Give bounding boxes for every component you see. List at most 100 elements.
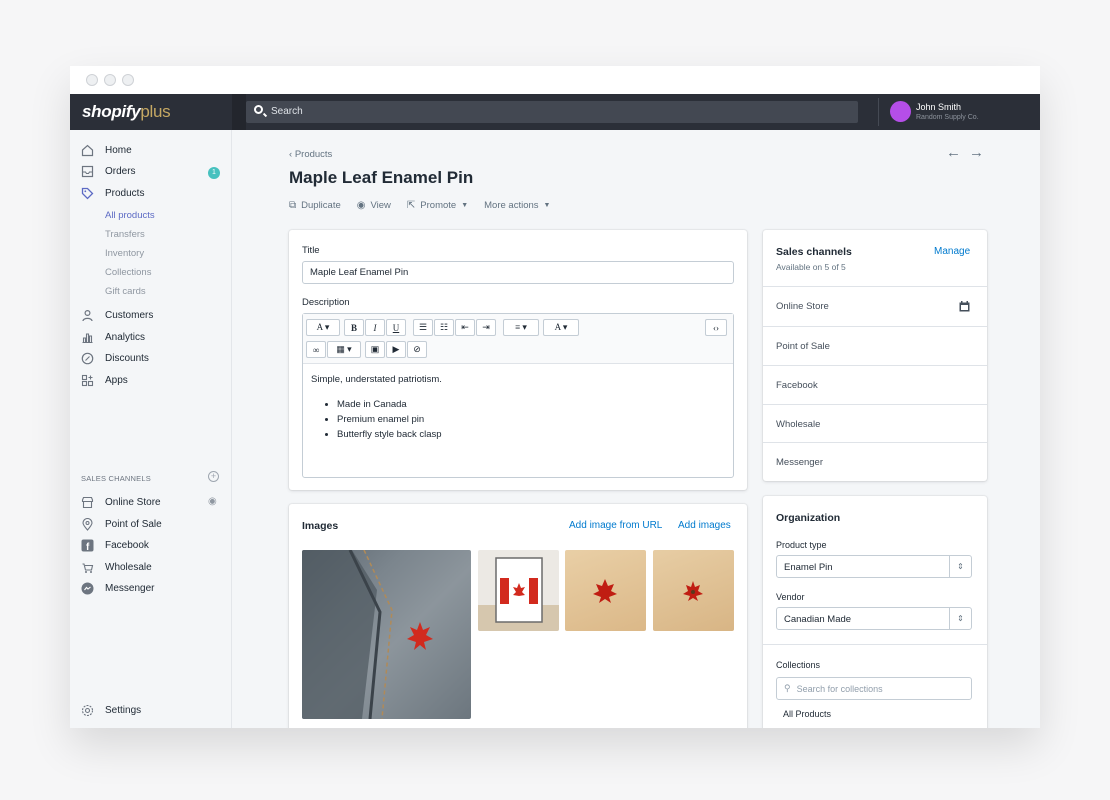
divider — [763, 644, 987, 645]
prev-next-arrows: ←→ — [946, 144, 992, 161]
sidebar-item-apps[interactable]: Apps — [80, 371, 128, 389]
user-divider — [878, 98, 879, 126]
eye-icon[interactable]: ◉ — [208, 496, 217, 507]
arrow-left-icon[interactable]: ← — [946, 144, 969, 161]
sales-channels-heading: Sales channels — [776, 246, 852, 258]
main-content: ‹ Products ←→ Maple Leaf Enamel Pin ⧉ Dup… — [232, 130, 1040, 728]
user-name: John Smith — [916, 102, 962, 112]
channel-row[interactable]: Messenger — [763, 442, 987, 480]
sidebar-channel-online-store[interactable]: Online Store — [80, 493, 161, 511]
more-actions-button[interactable]: More actions ▼ — [484, 200, 550, 211]
view-button[interactable]: ◉ View — [357, 200, 391, 211]
bullet-list-icon[interactable]: ☰ — [413, 319, 433, 336]
sidebar-channel-messenger[interactable]: Messenger — [80, 579, 154, 597]
vendor-select[interactable]: Canadian Made ⇕ — [776, 607, 972, 630]
description-editor[interactable]: A ▾ B I U ☰ ☷ ⇤ ⇥ ≡ ▾ A ▾ ‹› ∞ ▦ ▾ ▣ ▶ ⊘ — [302, 313, 734, 478]
channel-row[interactable]: Online Store — [763, 286, 987, 324]
sidebar-item-home[interactable]: Home — [80, 141, 132, 159]
search-icon — [254, 105, 263, 114]
images-card: Images Add image from URL Add images — [289, 504, 747, 728]
add-image-from-url-link[interactable]: Add image from URL — [569, 520, 662, 531]
user-menu[interactable]: John Smith Random Supply Co. — [878, 94, 1040, 130]
font-dropdown[interactable]: A ▾ — [306, 319, 340, 336]
collection-item[interactable]: All Products — [783, 709, 831, 719]
product-image-2[interactable] — [478, 550, 559, 631]
channel-row[interactable]: Facebook — [763, 365, 987, 403]
description-intro: Simple, understated patriotism. — [311, 374, 442, 385]
breadcrumb-label: Products — [294, 149, 333, 160]
sidebar-subitem-transfers[interactable]: Transfers — [105, 229, 145, 240]
channel-row[interactable]: Point of Sale — [763, 326, 987, 364]
wholesale-icon — [80, 560, 94, 574]
sidebar-item-analytics[interactable]: Analytics — [80, 328, 145, 346]
channel-name: Online Store — [776, 301, 829, 312]
discount-icon — [80, 351, 94, 365]
facebook-icon: f — [80, 538, 94, 552]
product-details-card: Title Maple Leaf Enamel Pin Description … — [289, 230, 747, 490]
sidebar-channel-facebook[interactable]: f Facebook — [80, 536, 149, 554]
italic-button[interactable]: I — [365, 319, 385, 336]
sidebar-channel-wholesale[interactable]: Wholesale — [80, 558, 152, 576]
align-dropdown[interactable]: ≡ ▾ — [503, 319, 539, 336]
maple-pin-back-photo — [683, 581, 703, 601]
product-image-3[interactable] — [565, 550, 646, 631]
bold-button[interactable]: B — [344, 319, 364, 336]
window-maximize-dot[interactable] — [122, 74, 134, 86]
product-image-4[interactable] — [653, 550, 734, 631]
product-image-main[interactable] — [302, 550, 471, 719]
list-item: Made in Canada — [337, 397, 442, 412]
organization-card: Organization Product type Enamel Pin ⇕ Ve… — [763, 496, 987, 728]
product-type-select[interactable]: Enamel Pin ⇕ — [776, 555, 972, 578]
sidebar-item-label: Settings — [105, 704, 142, 716]
outdent-icon[interactable]: ⇤ — [455, 319, 475, 336]
sidebar-channel-point-of-sale[interactable]: Point of Sale — [80, 515, 162, 533]
gear-icon — [80, 703, 94, 717]
sidebar-item-products[interactable]: Products — [80, 184, 144, 202]
more-actions-label: More actions — [484, 200, 539, 211]
denim-jacket-photo — [302, 550, 433, 719]
title-field[interactable]: Maple Leaf Enamel Pin — [302, 261, 734, 284]
table-dropdown[interactable]: ▦ ▾ — [327, 341, 361, 358]
underline-button[interactable]: U — [386, 319, 406, 336]
numbered-list-icon[interactable]: ☷ — [434, 319, 454, 336]
sidebar-item-orders[interactable]: Orders — [80, 162, 136, 180]
page-actions: ⧉ Duplicate ◉ View ⇱ Promote ▼ More actions ▼ — [289, 200, 566, 211]
promote-button[interactable]: ⇱ Promote ▼ — [407, 200, 468, 211]
sidebar-subitem-gift-cards[interactable]: Gift cards — [105, 286, 146, 297]
sidebar-subitem-inventory[interactable]: Inventory — [105, 248, 144, 259]
breadcrumb[interactable]: ‹ Products — [289, 149, 332, 160]
channels-available-text: Available on 5 of 5 — [776, 262, 846, 272]
sidebar-item-customers[interactable]: Customers — [80, 306, 153, 324]
sidebar-item-label: Wholesale — [105, 561, 152, 573]
text-color-dropdown[interactable]: A ▾ — [543, 319, 579, 336]
sidebar-subitem-collections[interactable]: Collections — [105, 267, 151, 278]
video-icon[interactable]: ▶ — [386, 341, 406, 358]
list-item: Butterfly style back clasp — [337, 427, 442, 442]
shopify-plus-logo[interactable]: shopifyplus — [82, 102, 171, 122]
orders-badge: 1 — [208, 167, 220, 179]
search-input[interactable]: Search — [246, 101, 858, 123]
location-pin-icon — [80, 517, 94, 531]
sidebar-item-discounts[interactable]: Discounts — [80, 349, 149, 367]
link-icon[interactable]: ∞ — [306, 341, 326, 358]
duplicate-button[interactable]: ⧉ Duplicate — [289, 200, 341, 211]
collections-search-input[interactable]: ⚲ Search for collections — [776, 677, 972, 700]
html-view-icon[interactable]: ‹› — [705, 319, 727, 336]
channel-row[interactable]: Wholesale — [763, 404, 987, 442]
vendor-value: Canadian Made — [784, 614, 852, 625]
window-minimize-dot[interactable] — [104, 74, 116, 86]
title-value: Maple Leaf Enamel Pin — [310, 267, 409, 278]
calendar-icon[interactable] — [959, 301, 970, 312]
add-images-link[interactable]: Add images — [678, 520, 731, 531]
manage-channels-link[interactable]: Manage — [934, 246, 970, 257]
window-close-dot[interactable] — [86, 74, 98, 86]
image-icon[interactable]: ▣ — [365, 341, 385, 358]
arrow-right-icon[interactable]: → — [969, 144, 992, 161]
sidebar-subitem-all-products[interactable]: All products — [105, 210, 155, 221]
sidebar-item-settings[interactable]: Settings — [80, 701, 141, 719]
add-channel-icon[interactable]: + — [208, 471, 219, 482]
clear-format-icon[interactable]: ⊘ — [407, 341, 427, 358]
indent-icon[interactable]: ⇥ — [476, 319, 496, 336]
select-arrows-icon: ⇕ — [949, 556, 971, 577]
search-placeholder: Search — [271, 106, 303, 117]
